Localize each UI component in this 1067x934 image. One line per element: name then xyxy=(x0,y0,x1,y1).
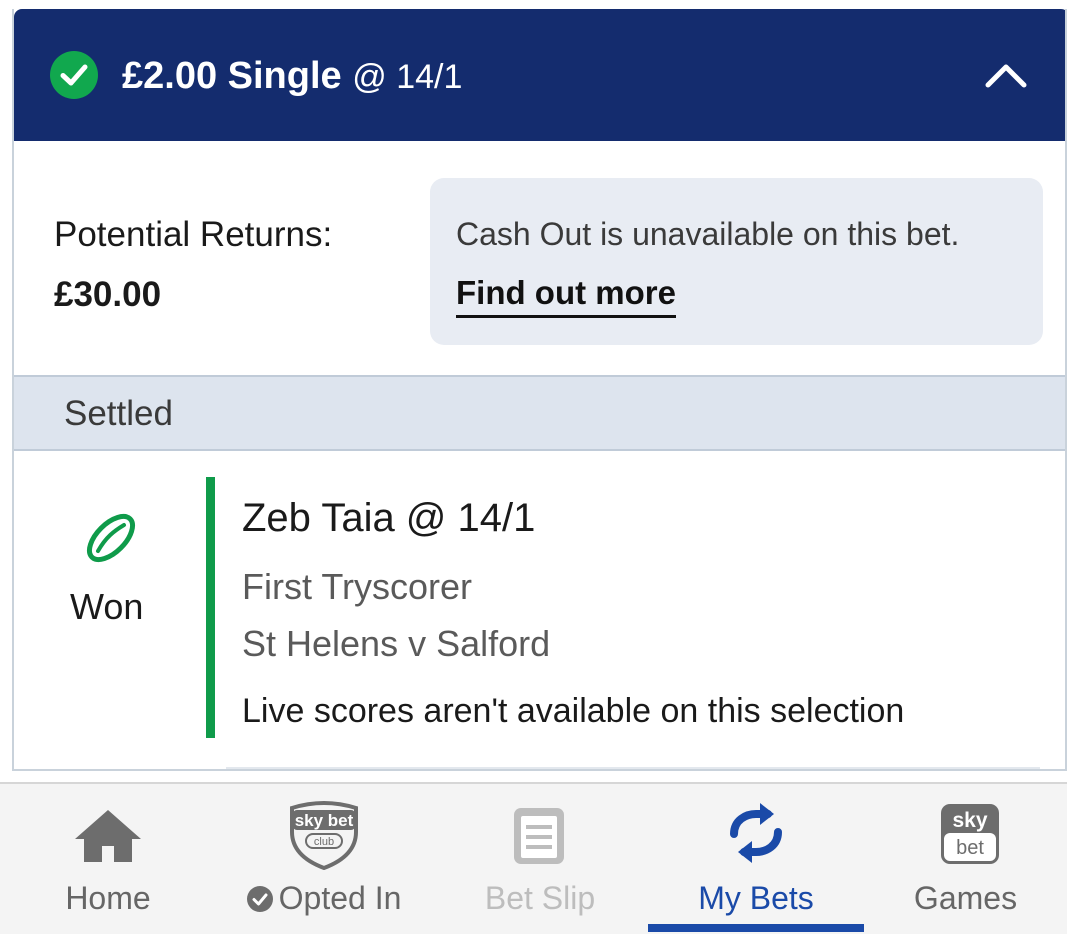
nav-bet-slip-label: Bet Slip xyxy=(484,880,596,916)
sky-bet-games-icon: sky bet xyxy=(941,804,999,864)
status-label: Settled xyxy=(64,394,173,433)
result-label: Won xyxy=(70,586,144,627)
divider xyxy=(226,767,1040,769)
nav-my-bets[interactable]: My Bets xyxy=(648,784,864,934)
selection-event: St Helens v Salford xyxy=(242,623,551,664)
active-tab-indicator xyxy=(648,924,864,932)
selection-market: First Tryscorer xyxy=(242,566,472,607)
cashout-message: Cash Out is unavailable on this bet. xyxy=(456,216,960,252)
nav-bet-slip[interactable]: Bet Slip xyxy=(432,784,648,934)
nav-opted-in-label: Opted In xyxy=(216,878,432,918)
bottom-nav: Home sky bet club Opted In Bet Slip My B… xyxy=(0,782,1067,934)
find-out-more-link[interactable]: Find out more xyxy=(456,273,676,318)
nav-home[interactable]: Home xyxy=(0,784,216,934)
bet-slip-icon xyxy=(514,808,564,864)
svg-text:sky bet: sky bet xyxy=(295,811,354,830)
status-bar: Settled xyxy=(14,375,1065,451)
home-icon xyxy=(75,810,141,862)
my-bets-icon xyxy=(730,803,782,863)
cashout-info-box: Cash Out is unavailable on this bet. Fin… xyxy=(430,178,1043,345)
nav-home-label: Home xyxy=(65,880,151,916)
nav-my-bets-label: My Bets xyxy=(698,880,814,916)
nav-games[interactable]: sky bet Games xyxy=(864,784,1067,934)
opted-in-text: Opted In xyxy=(278,880,402,916)
bet-card: £2.00 Single @ 14/1 Potential Returns: £… xyxy=(12,9,1067,771)
live-scores-note: Live scores aren't available on this sel… xyxy=(242,692,905,730)
chevron-up-icon[interactable] xyxy=(984,61,1028,89)
sky-bet-club-icon: sky bet club xyxy=(290,801,358,870)
bet-header[interactable]: £2.00 Single @ 14/1 xyxy=(14,9,1065,141)
check-circle-icon xyxy=(246,886,273,912)
bet-title: £2.00 Single @ 14/1 xyxy=(122,54,462,99)
selection-name: Zeb Taia @ 14/1 xyxy=(242,496,536,540)
potential-returns-value: £30.00 xyxy=(54,275,162,314)
rugby-ball-icon xyxy=(86,513,136,563)
check-circle-icon xyxy=(50,51,98,99)
potential-returns-label: Potential Returns: xyxy=(54,215,333,254)
svg-text:bet: bet xyxy=(956,837,984,859)
won-indicator-bar xyxy=(206,477,215,738)
svg-text:club: club xyxy=(314,836,334,848)
nav-games-label: Games xyxy=(913,880,1018,916)
bet-stake-type: £2.00 Single xyxy=(122,55,342,97)
bet-odds: @ 14/1 xyxy=(352,58,463,96)
svg-text:sky: sky xyxy=(952,809,987,832)
nav-opted-in[interactable]: sky bet club Opted In xyxy=(216,784,432,934)
